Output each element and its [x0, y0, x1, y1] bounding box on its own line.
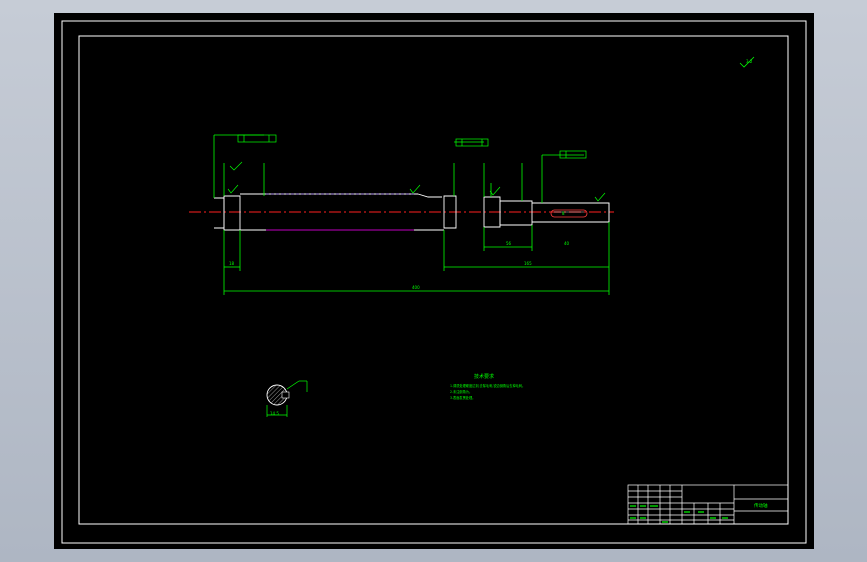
tech-req-line-3: 3.表面发黑处理。: [450, 395, 475, 400]
tech-req-heading: 技术要求: [474, 373, 494, 380]
roughness-note: 3.2: [746, 59, 753, 64]
inner-sheet-frame: [78, 35, 789, 525]
cad-viewport[interactable]: 3.2 400 165 18 56 40 8 14.5 技术要求 1.调质处理硬…: [54, 13, 814, 549]
tech-req-line-2: 2.未注倒角为。: [450, 389, 472, 394]
feature-control-frames: [237, 134, 587, 159]
dim-section-width: 56: [506, 241, 512, 246]
roughness-marks: [227, 161, 606, 202]
dim-left-shoulder: 18: [229, 261, 235, 266]
dim-keyway-len: 40: [564, 241, 570, 246]
outer-sheet-frame: [61, 20, 807, 544]
general-roughness-symbol: 3.2: [739, 56, 755, 68]
dim-right-section: 165: [524, 261, 532, 266]
title-block-drawing-name: 传动轴: [754, 502, 768, 509]
tech-req-line-1: 1.调质处理硬度达到,去除毛刺,锐边倒角后去掉毛刺。: [450, 383, 525, 388]
keyway-slot: [550, 209, 588, 218]
dimension-lines: [213, 134, 610, 295]
dim-overall-length: 400: [412, 285, 420, 290]
technical-requirements: 技术要求 1.调质处理硬度达到,去除毛刺,锐边倒角后去掉毛刺。 2.未注倒角为。…: [450, 373, 525, 400]
cad-drawing-canvas: 3.2 400 165 18 56 40 8 14.5 技术要求 1.调质处理硬…: [61, 20, 807, 544]
title-block-fill-marks: [630, 505, 728, 523]
